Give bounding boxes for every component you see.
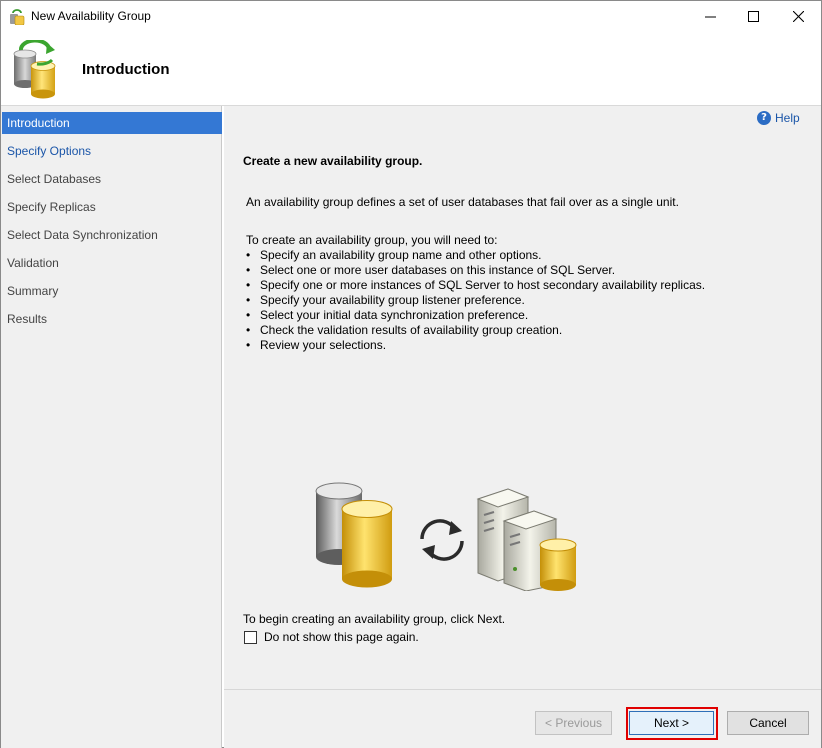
title-bar: New Availability Group [1,1,821,32]
list-item: Specify one or more instances of SQL Ser… [246,278,705,293]
nav-item-validation: Validation [7,256,59,270]
next-button-highlight [626,707,718,740]
close-icon [792,11,804,22]
list-item: Review your selections. [246,338,705,353]
steps-intro: To create an availability group, you wil… [246,233,498,247]
minimize-icon [704,16,716,18]
availability-illustration [315,482,577,591]
nav-item-summary: Summary [7,284,59,298]
close-button[interactable] [775,1,821,32]
help-label[interactable]: Help [775,111,800,125]
content-description: An availability group defines a set of u… [246,195,679,209]
availability-group-icon [13,40,56,99]
nav-item-results: Results [7,312,48,326]
dont-show-label[interactable]: Do not show this page again. [264,630,419,644]
cancel-button[interactable]: Cancel [727,711,809,735]
list-item: Select your initial data synchronization… [246,308,705,323]
list-item: Specify your availability group listener… [246,293,705,308]
list-item: Specify an availability group name and o… [246,248,705,263]
help-link[interactable]: ? Help [757,111,800,125]
steps-list: Specify an availability group name and o… [246,248,705,353]
wizard-nav: Introduction Specify Options Select Data… [1,106,222,748]
page-header: Introduction [1,32,821,105]
begin-instruction: To begin creating an availability group,… [243,612,506,626]
maximize-icon [747,11,759,22]
content-heading: Create a new availability group. [243,154,423,168]
window-title: New Availability Group [31,9,151,23]
database-yellow-icon [342,509,392,579]
nav-item-select-data-synchronization: Select Data Synchronization [7,228,158,242]
nav-item-specify-options[interactable]: Specify Options [1,140,222,162]
help-icon: ? [757,111,771,125]
dont-show-checkbox[interactable] [244,630,257,644]
previous-button[interactable]: < Previous [535,711,612,735]
maximize-button[interactable] [730,1,776,32]
page-title: Introduction [82,61,170,78]
nav-item-specify-replicas: Specify Replicas [7,200,96,214]
dialog-window: New Availability Group Introduction Intr… [0,0,822,748]
footer-divider [224,689,821,690]
nav-item-select-databases: Select Databases [7,172,102,186]
app-icon [10,9,25,25]
nav-item-introduction[interactable]: Introduction [2,112,222,134]
dont-show-option[interactable]: Do not show this page again. [244,630,419,644]
list-item: Check the validation results of availabi… [246,323,705,338]
list-item: Select one or more user databases on thi… [246,263,705,278]
minimize-button[interactable] [687,1,733,32]
content-panel: ? Help Create a new availability group. … [224,106,821,748]
sync-icon [420,519,464,561]
